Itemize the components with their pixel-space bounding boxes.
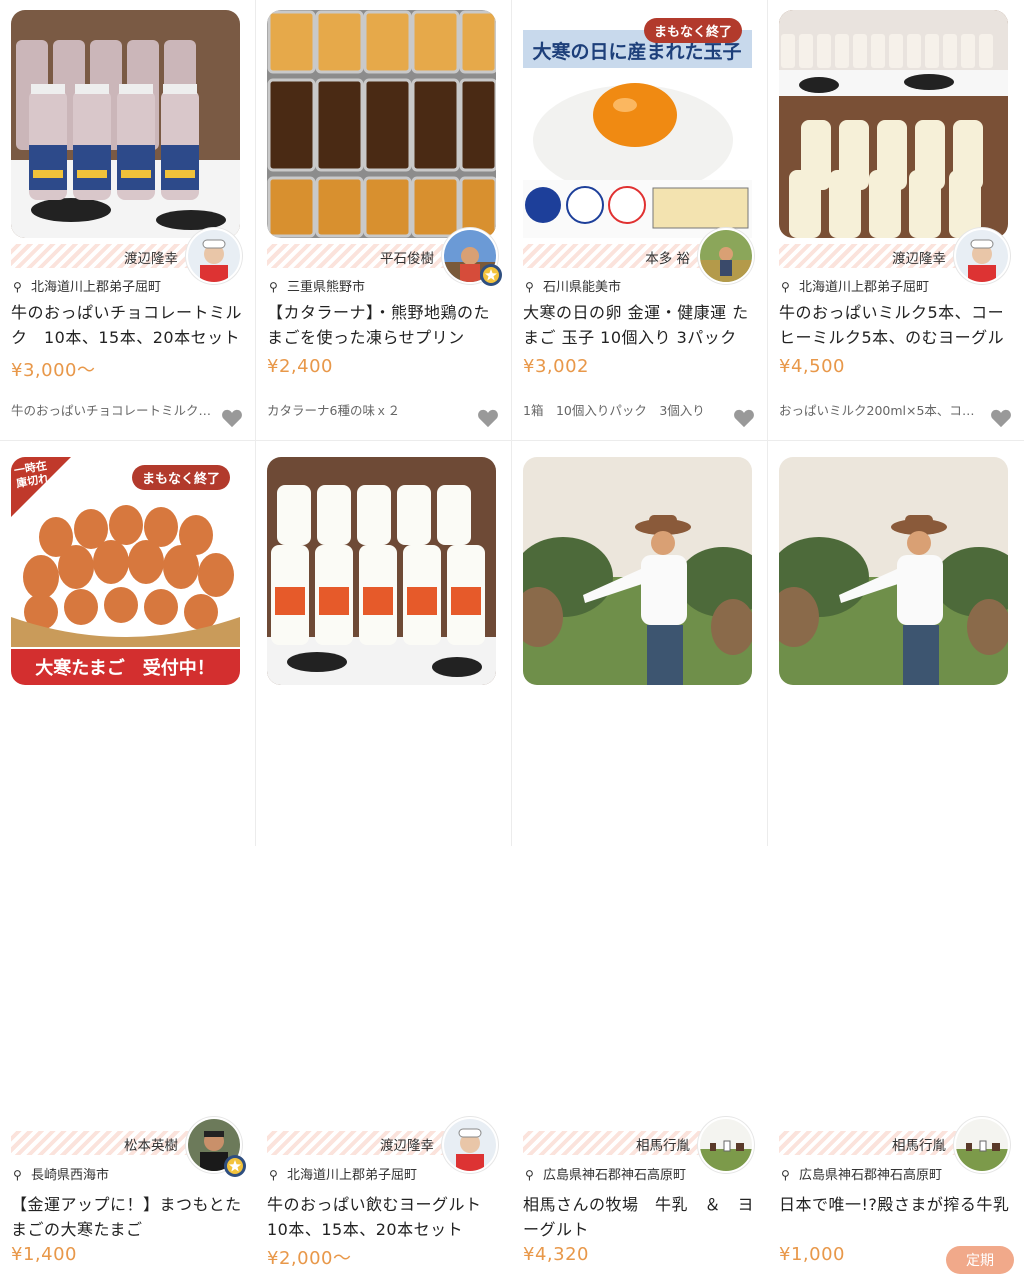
product-card[interactable]: 渡辺隆幸 ⚲ 北海道川上郡弟子屈町 牛のおっぱいミルク5本、コーヒーミルク5本、の… <box>768 0 1024 441</box>
product-title[interactable]: 牛のおっぱいミルク5本、コーヒーミルク5本、のむヨーグルト <box>779 300 1011 350</box>
map-pin-icon: ⚲ <box>13 280 22 294</box>
heart-icon[interactable] <box>221 408 243 428</box>
product-price: ¥3,000〜 <box>11 360 96 381</box>
producer-name: 相馬行胤 <box>892 1138 946 1154</box>
map-pin-icon: ⚲ <box>13 1168 22 1182</box>
producer-name: 渡辺隆幸 <box>124 251 178 267</box>
product-price: ¥4,500 <box>779 356 845 377</box>
heart-icon[interactable] <box>477 408 499 428</box>
gold-medal-icon <box>480 264 502 286</box>
product-description: おっぱいミルク200ml×5本、コーヒーミルク <box>779 403 984 418</box>
product-title[interactable]: 日本で唯一!?殿さまが搾る牛乳 <box>779 1192 1011 1242</box>
map-pin-icon: ⚲ <box>269 1168 278 1182</box>
map-pin-icon: ⚲ <box>781 280 790 294</box>
product-card[interactable]: 渡辺隆幸 ⚲ 北海道川上郡弟子屈町 牛のおっぱい飲むヨーグルト 10本、15本、2… <box>256 441 512 1269</box>
product-title[interactable]: 【金運アップに！】まつもとたまごの大寒たまご <box>11 1192 243 1242</box>
product-title[interactable]: 大寒の日の卵 金運・健康運 たまご 玉子 10個入り 3パック <box>523 300 755 350</box>
producer-avatar[interactable] <box>954 1117 1010 1173</box>
producer-location: ⚲ 広島県神石郡神石高原町 <box>525 1168 687 1183</box>
product-title[interactable]: 牛のおっぱい飲むヨーグルト 10本、15本、20本セット <box>267 1192 499 1242</box>
map-pin-icon: ⚲ <box>269 280 278 294</box>
producer-location: ⚲ 北海道川上郡弟子屈町 <box>13 280 162 295</box>
product-photo[interactable] <box>523 457 752 685</box>
gold-medal-icon <box>224 1155 246 1177</box>
product-grid: 渡辺隆幸 ⚲ 北海道川上郡弟子屈町 牛のおっぱいチョコレートミルク 10本、15本… <box>0 0 1024 1274</box>
product-price: ¥1,000 <box>779 1244 845 1265</box>
producer-name: 本多 裕 <box>645 251 690 267</box>
product-card[interactable]: 相馬行胤 ⚲ 広島県神石郡神石高原町 相馬さんの牧場 牛乳 ＆ ヨーグルト ¥4,… <box>512 441 768 1265</box>
product-card[interactable]: 大寒の日に産まれた玉子 まもなく終了 本多 裕 ⚲ 石川県能美市 大寒の日の卵 金… <box>512 0 768 441</box>
producer-avatar[interactable] <box>442 1117 498 1173</box>
photo-caption: 大寒たまご 受付中！ <box>35 657 214 679</box>
product-title[interactable]: 【カタラーナ】・熊野地鶏のたまごを使った凍らせプリン <box>267 300 499 350</box>
product-card[interactable]: 平石俊樹 ⚲ 三重県熊野市 【カタラーナ】・熊野地鶏のたまごを使った凍らせプリン … <box>256 0 512 441</box>
producer-location: ⚲ 北海道川上郡弟子屈町 <box>781 280 930 295</box>
product-price: ¥2,000〜 <box>267 1248 352 1269</box>
map-pin-icon: ⚲ <box>525 280 534 294</box>
producer-name: 相馬行胤 <box>636 1138 690 1154</box>
map-pin-icon: ⚲ <box>525 1168 534 1182</box>
product-description: 1箱 10個入りパック 3個入り <box>523 403 705 418</box>
producer-avatar[interactable] <box>954 228 1010 284</box>
producer-name: 平石俊樹 <box>380 251 434 267</box>
product-price: ¥3,002 <box>523 356 589 377</box>
ending-soon-badge: まもなく終了 <box>643 18 742 43</box>
product-card[interactable]: 大寒たまご 受付中！ 一時在庫切れ まもなく終了 松本英樹 ⚲ 長崎県西海市 【金… <box>0 441 256 1265</box>
producer-avatar[interactable] <box>698 228 754 284</box>
producer-name: 松本英樹 <box>124 1138 178 1154</box>
product-photo[interactable]: 大寒たまご 受付中！ 一時在庫切れ まもなく終了 <box>11 457 240 685</box>
subscription-tag[interactable]: 定期 <box>946 1246 1014 1274</box>
ending-soon-badge: まもなく終了 <box>131 465 230 490</box>
producer-avatar[interactable] <box>186 228 242 284</box>
producer-location: ⚲ 広島県神石郡神石高原町 <box>781 1168 943 1183</box>
product-price: ¥4,320 <box>523 1244 589 1265</box>
producer-name: 渡辺隆幸 <box>892 251 946 267</box>
producer-avatar[interactable] <box>698 1117 754 1173</box>
photo-caption: 大寒の日に産まれた玉子 <box>532 40 741 63</box>
product-card[interactable]: 渡辺隆幸 ⚲ 北海道川上郡弟子屈町 牛のおっぱいチョコレートミルク 10本、15本… <box>0 0 256 441</box>
product-price: ¥2,400 <box>267 356 333 377</box>
product-photo[interactable] <box>779 457 1008 685</box>
producer-location: ⚲ 北海道川上郡弟子屈町 <box>269 1168 418 1183</box>
map-pin-icon: ⚲ <box>781 1168 790 1182</box>
product-price: ¥1,400 <box>11 1244 77 1265</box>
producer-location: ⚲ 三重県熊野市 <box>269 280 366 295</box>
product-photo[interactable] <box>267 10 496 238</box>
product-photo[interactable] <box>267 457 496 685</box>
heart-icon[interactable] <box>733 408 755 428</box>
product-title[interactable]: 相馬さんの牧場 牛乳 ＆ ヨーグルト <box>523 1192 755 1242</box>
product-photo[interactable] <box>11 10 240 238</box>
product-description: 牛のおっぱいチョコレートミルク200ml <box>11 403 216 418</box>
product-photo[interactable] <box>779 10 1008 238</box>
producer-location: ⚲ 石川県能美市 <box>525 280 622 295</box>
heart-icon[interactable] <box>990 408 1012 428</box>
product-title[interactable]: 牛のおっぱいチョコレートミルク 10本、15本、20本セット <box>11 300 243 350</box>
product-card[interactable]: 相馬行胤 ⚲ 広島県神石郡神石高原町 日本で唯一!?殿さまが搾る牛乳 ¥1,000… <box>768 441 1024 1274</box>
producer-name: 渡辺隆幸 <box>380 1138 434 1154</box>
product-description: カタラーナ6種の味ｘ２ <box>267 403 400 418</box>
producer-location: ⚲ 長崎県西海市 <box>13 1168 110 1183</box>
product-photo[interactable]: 大寒の日に産まれた玉子 まもなく終了 <box>523 10 752 238</box>
